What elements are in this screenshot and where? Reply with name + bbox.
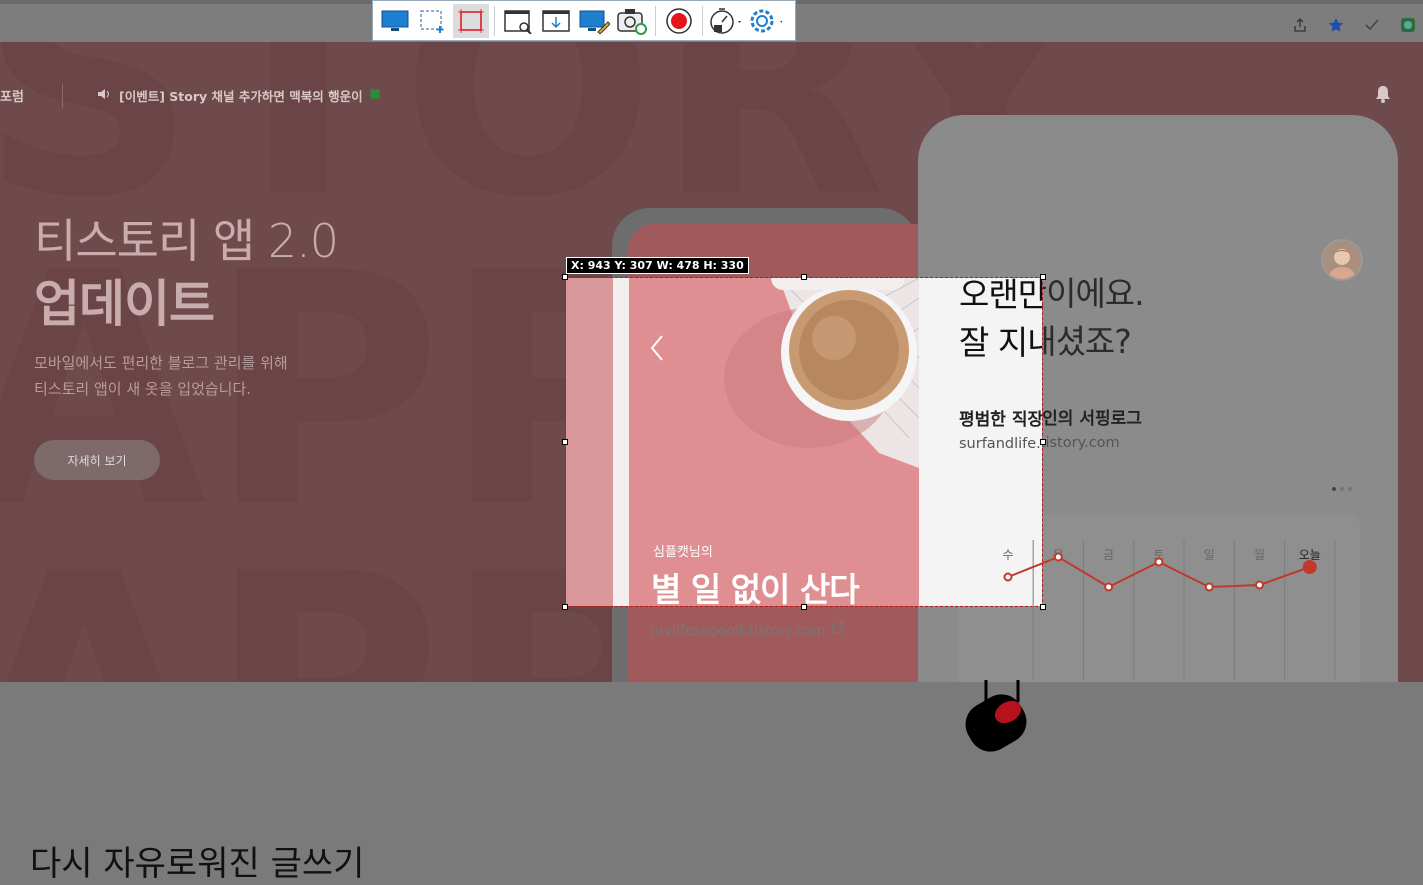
avatar xyxy=(1321,239,1363,281)
capture-cursor-icon xyxy=(958,680,1028,764)
page-indicator xyxy=(1332,487,1352,491)
resize-handle-nw[interactable] xyxy=(562,274,568,280)
resize-handle-ne[interactable] xyxy=(1040,274,1046,280)
star-icon[interactable] xyxy=(1325,14,1347,36)
resize-handle-se[interactable] xyxy=(1040,604,1046,610)
greeting-line1-highlight: 오랜만이에요. xyxy=(959,277,1043,314)
settings-icon[interactable] xyxy=(746,4,782,38)
notice-text: [이벤트] Story 채널 추가하면 맥북의 행운이 xyxy=(119,89,363,104)
hero-title-line2: 업데이트 xyxy=(34,275,215,333)
external-link-icon xyxy=(831,622,844,639)
chart-day-label: 일 xyxy=(1203,548,1215,562)
share-icon[interactable] xyxy=(1289,14,1311,36)
greeting-line2-highlight: 잘 지내셨죠? xyxy=(959,323,1042,362)
fullscreen-icon[interactable] xyxy=(377,4,413,38)
resize-handle-e[interactable] xyxy=(1040,439,1046,445)
notice-banner[interactable]: [이벤트] Story 채널 추가하면 맥북의 행운이 xyxy=(97,86,381,105)
window-icon[interactable] xyxy=(500,4,536,38)
selection-coordinates: X: 943 Y: 307 W: 478 H: 330 xyxy=(566,257,749,274)
scroll-capture-icon[interactable] xyxy=(538,4,574,38)
front-blog-url: mylifesogood.tistory.com xyxy=(650,622,844,639)
speaker-icon xyxy=(97,87,113,104)
hero-title-line1: 티스토리 앱 2.0 xyxy=(34,214,339,268)
section-heading: 다시 자유로워진 글쓰기 xyxy=(30,844,365,884)
front-url-text: mylifesogood.tistory.com xyxy=(650,622,826,639)
record-icon[interactable] xyxy=(661,4,697,38)
post-title: 별 일 없이 산다 xyxy=(651,570,860,607)
resize-handle-s[interactable] xyxy=(801,604,807,610)
resize-handle-sw[interactable] xyxy=(562,604,568,610)
extension-icon[interactable] xyxy=(1397,14,1419,36)
camera-icon[interactable] xyxy=(614,4,650,38)
fixed-region-icon[interactable] xyxy=(453,3,489,38)
nav-forum-link[interactable]: 포럼 xyxy=(0,86,24,105)
greeting-highlight: 오랜만이에요. 잘 지내셨죠? xyxy=(959,277,1043,367)
nav-divider xyxy=(62,84,63,108)
resize-handle-w[interactable] xyxy=(562,439,568,445)
post-owner: 심플캣님의 xyxy=(653,545,713,560)
hero-description: 모바일에서도 편리한 블로그 관리를 위해 티스토리 앱이 새 옷을 입었습니다… xyxy=(34,350,288,402)
bell-icon[interactable] xyxy=(1374,84,1392,108)
capture-toolbar xyxy=(372,0,796,41)
blog-url-highlight: surfandlife.tistory.com xyxy=(959,436,1042,452)
timer-icon[interactable] xyxy=(708,4,744,38)
hero-desc-line2: 티스토리 앱이 새 옷을 입었습니다. xyxy=(34,380,252,398)
chart-day-label: 금 xyxy=(1103,548,1115,562)
hero-desc-line1: 모바일에서도 편리한 블로그 관리를 위해 xyxy=(34,354,288,372)
resize-handle-n[interactable] xyxy=(801,274,807,280)
chart-day-label: 목 xyxy=(1052,548,1064,562)
site-header: 포럼 [이벤트] Story 채널 추가하면 맥북의 행운이 xyxy=(0,42,1423,108)
blog-name-highlight: 평범한 직장인의 서핑로그 xyxy=(959,410,1043,430)
chart-day-label: 토 xyxy=(1153,548,1165,562)
clover-icon xyxy=(369,88,381,103)
region-icon[interactable] xyxy=(415,4,451,38)
chart-day-label: 월 xyxy=(1253,548,1266,562)
screen-draw-icon[interactable] xyxy=(576,4,612,38)
chart-day-label: 오늘 xyxy=(1298,548,1321,562)
chart-day-label: 수 xyxy=(1002,548,1014,562)
details-button[interactable]: 자세히 보기 xyxy=(34,440,160,480)
check-icon[interactable] xyxy=(1361,14,1383,36)
page-body xyxy=(0,682,1423,856)
back-arrow-icon xyxy=(649,334,665,366)
chart-day-labels: 수 목 금 토 일 월 오늘 xyxy=(958,546,1360,566)
